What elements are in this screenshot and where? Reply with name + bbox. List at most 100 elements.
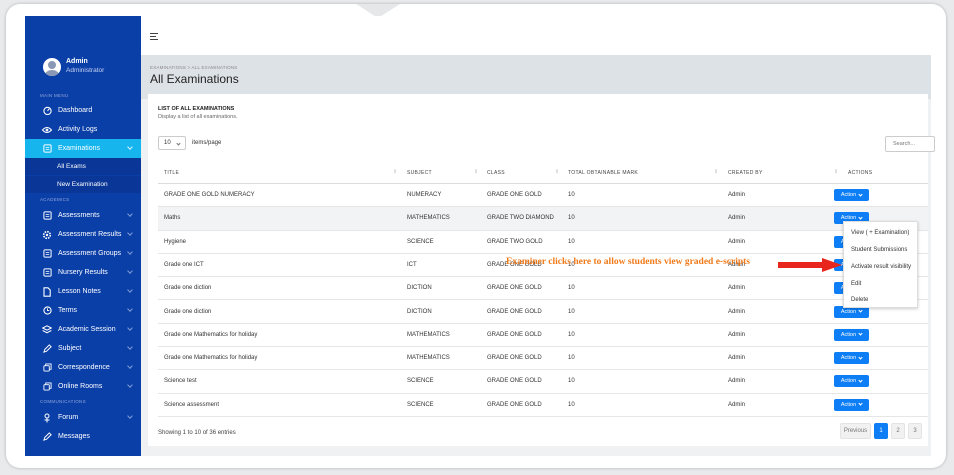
sort-icon[interactable]: ⇕ [555,169,559,175]
action-button[interactable]: Action [834,398,869,411]
action-button[interactable]: Action [834,189,869,201]
sidebar-item-assessment-groups[interactable]: Assessment Groups [25,244,141,263]
table-row: GRADE ONE GOLD NUMERACY NUMERACY GRADE ONE… [158,184,928,208]
cell-title: Grade one ICT [164,261,204,268]
user-name: Admin [66,58,88,65]
cell-created-by: Admin [728,285,746,292]
chevron-down-icon [858,308,863,313]
sidebar-item-label: Terms [58,307,78,314]
action-button[interactable]: Action [834,375,869,388]
sort-icon[interactable]: ⇕ [714,169,718,175]
sidebar-item-messages[interactable]: Messages [25,427,141,446]
sidebar-item-online-rooms[interactable]: Online Rooms [25,377,141,396]
page-2-button[interactable]: 2 [891,423,905,439]
cell-created-by: Admin [728,355,746,362]
sidebar-item-dashboard[interactable]: Dashboard [25,101,141,120]
chevron-down-icon [858,191,863,197]
copy-icon [42,382,52,392]
sidebar-item-label: Correspondence [58,364,110,371]
search-input[interactable] [885,136,935,152]
sidebar-item-label: Activity Logs [58,126,98,133]
action-button-label: Action [840,355,857,362]
sidebar-item-assessment-results[interactable]: Assessment Results [25,225,141,244]
sidebar-item-label: Assessments [58,212,100,219]
menu-item-view[interactable]: View ( + Examination) [851,230,909,236]
user-panel[interactable]: Admin Administrator [25,56,141,86]
cell-subject: ICT [407,261,417,268]
sidebar-item-label: Messages [58,433,90,440]
pagination: Previous 1 2 3 [840,423,925,439]
table-row: Science test SCIENCE GRADE ONE GOLD 10 Admin… [158,370,928,394]
sidebar-item-nursery-results[interactable]: Nursery Results [25,263,141,282]
chevron-down-icon [127,344,133,350]
cell-subject: DICTION [407,285,432,292]
cell-class: GRADE ONE GOLD [487,308,542,315]
cell-subject: NUMERACY [407,192,442,198]
table-row: Grade one diction DICTION GRADE ONE GOLD 10… [158,301,928,324]
sidebar-item-label: Academic Session [58,326,116,333]
sidebar-item-activity-logs[interactable]: Activity Logs [25,120,141,139]
cell-class: GRADE ONE GOLD [487,401,542,408]
cell-created-by: Admin [728,238,746,245]
items-per-page-select[interactable]: 10 [158,136,186,150]
col-class[interactable]: CLASS [487,170,505,176]
menu-item-edit[interactable]: Edit [851,281,861,287]
layers-icon [42,325,52,335]
cell-total-mark: 10 [568,378,575,385]
sidebar-item-subject[interactable]: Subject [25,339,141,358]
page-1-button[interactable]: 1 [874,423,888,439]
sort-icon[interactable]: ⇕ [834,169,838,175]
chevron-down-icon [127,211,133,217]
section-communications: COMMUNICATIONS [40,399,86,404]
chevron-down-icon [176,141,181,146]
forum-icon [42,413,52,423]
cell-created-by: Admin [728,308,746,315]
sidebar-item-lesson-notes[interactable]: Lesson Notes [25,282,141,301]
col-title[interactable]: TITLE [164,170,179,176]
cell-subject: SCIENCE [407,401,434,408]
menu-item-activate-result-visibility[interactable]: Activate result visibility [851,264,911,270]
gear-icon [42,230,52,240]
pen-icon [42,432,52,442]
previous-page-button[interactable]: Previous [840,423,871,439]
action-button[interactable]: Action [834,352,869,365]
chevron-down-icon [127,325,133,331]
cell-total-mark: 10 [568,215,575,222]
chevron-down-icon [127,363,133,369]
col-actions: ACTIONS [848,170,873,176]
sidebar-item-terms[interactable]: Terms [25,301,141,320]
menu-item-delete[interactable]: Delete [851,297,868,303]
file-icon [42,286,52,297]
cell-class: GRADE ONE GOLD [487,331,542,338]
cell-title: Maths [164,215,181,222]
action-button-label: Action [840,192,857,198]
action-button[interactable]: Action [834,328,869,341]
sidebar-item-label: Assessment Groups [58,250,122,257]
sidebar-item-label: Online Rooms [58,383,103,390]
sidebar-item-examinations[interactable]: Examinations [25,139,141,158]
sidebar-subitem-all-exams[interactable]: All Exams [25,158,141,175]
cell-class: GRADE TWO GOLD [487,238,543,245]
sidebar-item-academic-session[interactable]: Academic Session [25,320,141,339]
cell-title: Grade one diction [164,308,212,315]
menu-item-student-submissions[interactable]: Student Submissions [851,247,907,253]
cell-class: GRADE ONE GOLD [487,378,542,385]
sidebar-item-correspondence[interactable]: Correspondence [25,358,141,377]
annotation-text: Examiner clicks here to allow students v… [506,257,750,267]
page-3-button[interactable]: 3 [908,423,922,439]
sort-icon[interactable]: ⇕ [474,169,478,175]
menu-icon[interactable] [150,33,158,41]
sidebar-item-assessments[interactable]: Assessments [25,206,141,225]
user-role: Administrator [66,67,105,74]
chevron-down-icon [858,331,863,336]
cell-subject: SCIENCE [407,378,434,385]
sidebar-subitem-new-examination[interactable]: New Examination [25,176,141,193]
top-bar [141,16,931,55]
col-total-mark[interactable]: TOTAL OBTAINABLE MARK [568,170,638,176]
cell-total-mark: 10 [568,238,575,245]
breadcrumb[interactable]: EXAMINATIONS > ALL EXAMINATIONS [150,65,238,70]
col-subject[interactable]: SUBJECT [407,170,432,176]
sort-icon[interactable]: ⇕ [393,169,397,175]
sidebar-item-forum[interactable]: Forum [25,408,141,427]
col-created-by[interactable]: CREATED BY [728,170,763,176]
